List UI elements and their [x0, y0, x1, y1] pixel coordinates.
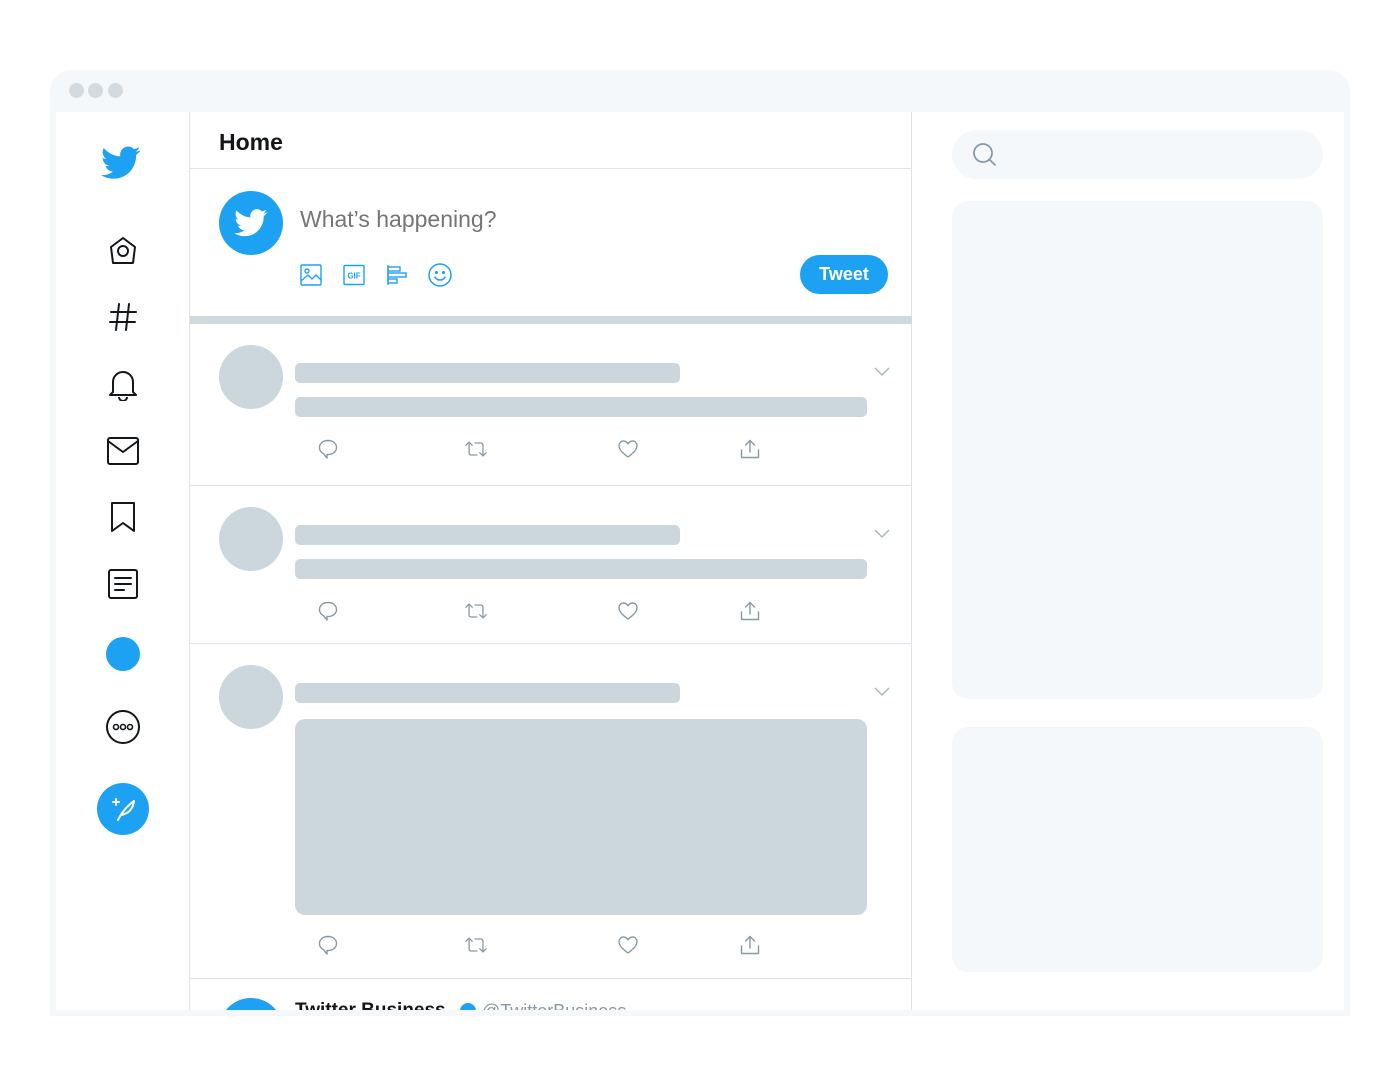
- bookmark-icon[interactable]: [106, 500, 140, 534]
- tweet-twitter-business[interactable]: Twitter Business @TwitterBusiness: [190, 980, 912, 1010]
- tweet-author-placeholder: [295, 363, 680, 383]
- mail-icon[interactable]: [106, 434, 140, 468]
- more-icon[interactable]: [104, 708, 142, 746]
- tweet-skeleton-media[interactable]: [190, 644, 912, 979]
- like-icon[interactable]: [616, 599, 640, 623]
- tweet-author-placeholder: [295, 683, 680, 703]
- search-icon: [972, 142, 998, 173]
- like-icon[interactable]: [616, 437, 640, 461]
- composer-separator: [190, 316, 912, 324]
- tweet-skeleton[interactable]: [190, 486, 912, 644]
- window-close-button[interactable]: [69, 83, 84, 98]
- tweet-avatar[interactable]: [219, 998, 283, 1010]
- bell-icon[interactable]: [106, 366, 140, 402]
- window-titlebar: [50, 70, 1350, 112]
- tweet-avatar-placeholder: [219, 345, 283, 409]
- reply-icon[interactable]: [316, 599, 340, 623]
- verified-badge-icon: [460, 1003, 476, 1010]
- compose-tweet-button[interactable]: [97, 783, 149, 835]
- browser-window: Home GIF Tweet: [50, 70, 1350, 1016]
- retweet-icon[interactable]: [464, 437, 488, 461]
- search-box[interactable]: [952, 130, 1323, 179]
- twitter-app: Home GIF Tweet: [56, 112, 1344, 1010]
- tweet-text-placeholder: [295, 559, 867, 579]
- chevron-down-icon[interactable]: [872, 364, 892, 378]
- tweet-author-name[interactable]: Twitter Business: [295, 1000, 446, 1010]
- tweet-avatar-placeholder: [219, 665, 283, 729]
- poll-icon[interactable]: [384, 262, 410, 288]
- tweet-avatar-placeholder: [219, 507, 283, 571]
- right-sidebar: [912, 112, 1344, 1010]
- tweet-text-placeholder: [295, 397, 867, 417]
- tweet-composer: GIF Tweet: [190, 170, 912, 316]
- twitter-bird-icon: [234, 209, 268, 237]
- emoji-icon[interactable]: [427, 262, 453, 288]
- share-icon[interactable]: [738, 437, 762, 461]
- tweet-button[interactable]: Tweet: [800, 255, 888, 294]
- tweet-author-placeholder: [295, 525, 680, 545]
- trends-card-placeholder: [952, 201, 1323, 699]
- share-icon[interactable]: [738, 933, 762, 957]
- home-icon[interactable]: [106, 234, 140, 268]
- gif-icon[interactable]: GIF: [341, 262, 367, 288]
- share-icon[interactable]: [738, 599, 762, 623]
- chevron-down-icon[interactable]: [872, 684, 892, 698]
- chevron-down-icon[interactable]: [872, 526, 892, 540]
- home-timeline: Home GIF Tweet: [190, 112, 912, 1010]
- twitter-logo-icon[interactable]: [100, 142, 142, 184]
- window-maximize-button[interactable]: [108, 83, 123, 98]
- hashtag-icon[interactable]: [106, 300, 140, 334]
- timeline-header: Home: [190, 112, 912, 169]
- user-avatar[interactable]: [219, 191, 283, 255]
- tweet-media-placeholder: [295, 719, 867, 915]
- retweet-icon[interactable]: [464, 599, 488, 623]
- reply-icon[interactable]: [316, 437, 340, 461]
- page-title: Home: [219, 129, 283, 155]
- profile-avatar-icon[interactable]: [105, 636, 141, 672]
- window-minimize-button[interactable]: [88, 83, 103, 98]
- lists-icon[interactable]: [106, 567, 140, 601]
- gif-icon-label: GIF: [347, 272, 360, 281]
- image-icon[interactable]: [298, 262, 324, 288]
- compose-feather-icon: [112, 798, 135, 821]
- search-input[interactable]: [1010, 142, 1310, 166]
- tweet-compose-input[interactable]: [300, 206, 780, 233]
- who-to-follow-card-placeholder: [952, 727, 1323, 972]
- tweet-skeleton[interactable]: [190, 324, 912, 486]
- like-icon[interactable]: [616, 933, 640, 957]
- retweet-icon[interactable]: [464, 933, 488, 957]
- tweet-author-handle: @TwitterBusiness: [482, 1001, 626, 1010]
- sidebar-nav: [56, 112, 190, 1010]
- reply-icon[interactable]: [316, 933, 340, 957]
